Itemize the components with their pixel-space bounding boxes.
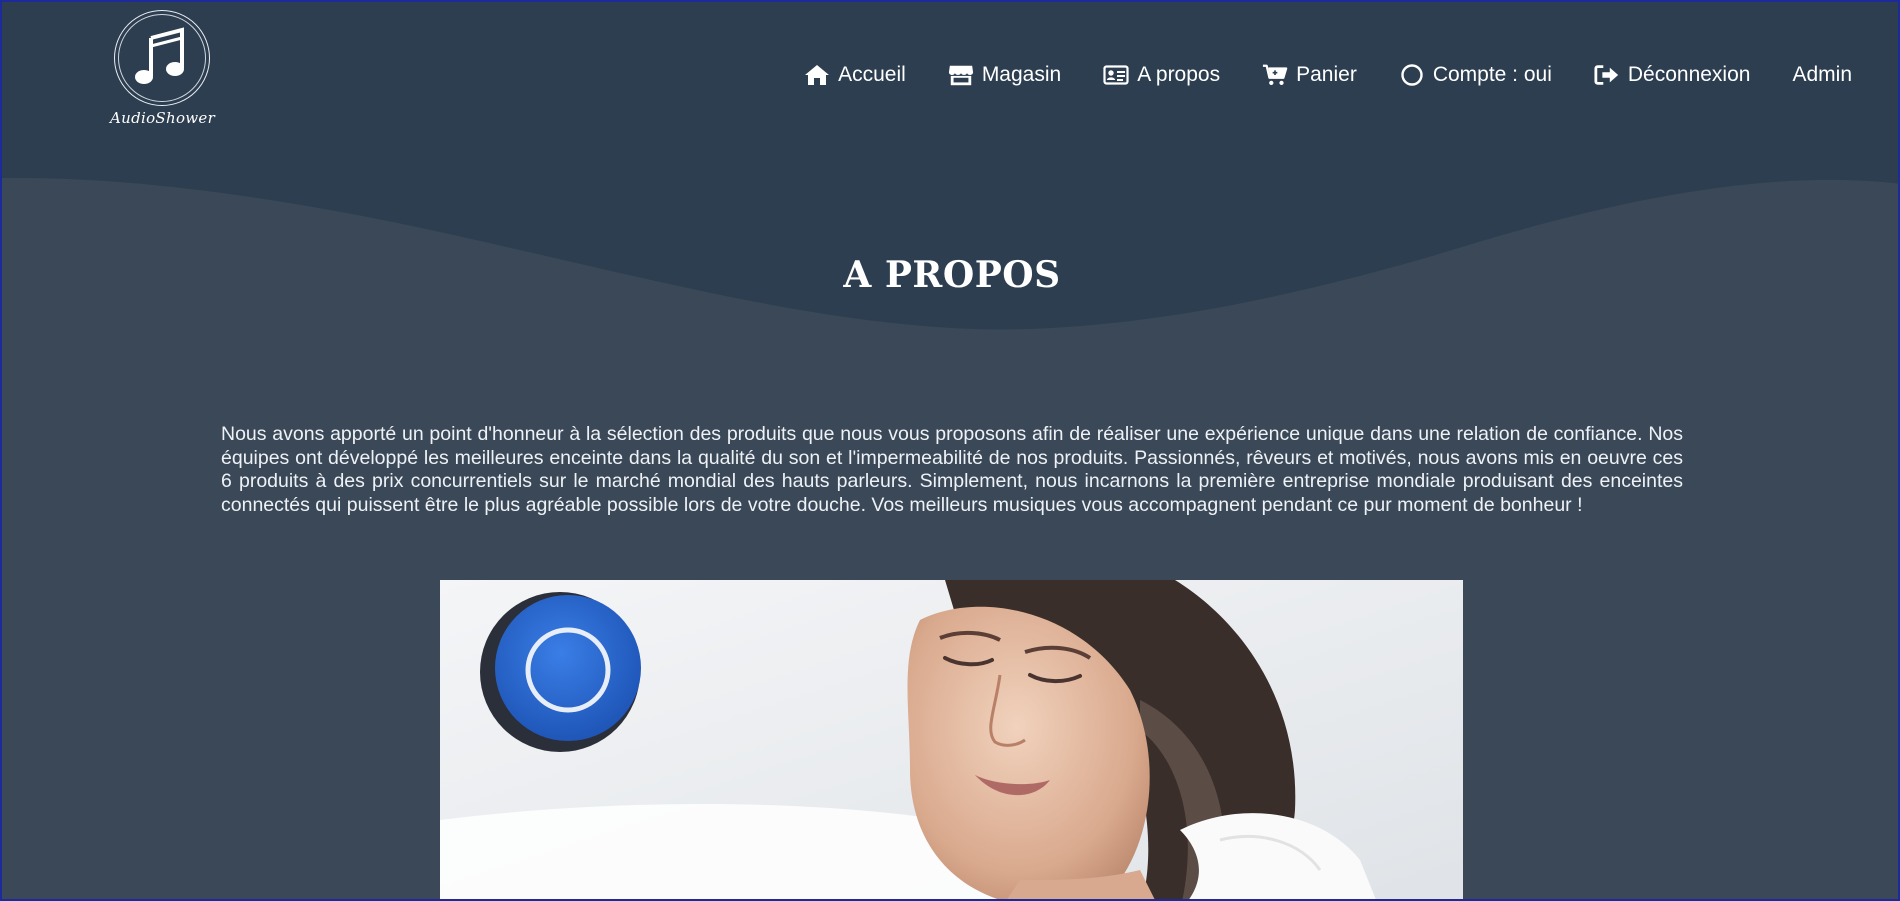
sign-out-icon bbox=[1594, 62, 1620, 88]
nav-item-admin[interactable]: Admin bbox=[1792, 63, 1852, 87]
site-header: AudioShower Accueil Magasin A propos Pan… bbox=[2, 2, 1898, 152]
nav-label: Accueil bbox=[838, 63, 906, 86]
nav-item-deconnexion[interactable]: Déconnexion bbox=[1594, 62, 1751, 88]
nav-label: Admin bbox=[1792, 63, 1852, 86]
nav-label: Magasin bbox=[981, 63, 1062, 86]
main-nav: Accueil Magasin A propos Panier Compte:… bbox=[804, 58, 1852, 92]
hero-image bbox=[440, 580, 1463, 899]
page: AudioShower Accueil Magasin A propos Pan… bbox=[0, 0, 1900, 901]
nav-label: A propos bbox=[1137, 63, 1221, 86]
cart-icon bbox=[1262, 62, 1288, 88]
home-icon bbox=[804, 62, 830, 88]
id-card-icon bbox=[1103, 62, 1129, 88]
nav-item-panier[interactable]: Panier bbox=[1262, 62, 1357, 88]
nav-label: Déconnexion bbox=[1627, 63, 1751, 86]
music-note-icon bbox=[135, 27, 184, 84]
nav-item-a-propos[interactable]: A propos bbox=[1103, 62, 1220, 88]
page-title: A PROPOS bbox=[843, 254, 1061, 296]
nav-item-compte[interactable]: Compte : oui bbox=[1399, 62, 1552, 88]
nav-label: Compte : oui bbox=[1432, 63, 1552, 86]
brand-logo[interactable]: AudioShower bbox=[110, 8, 216, 132]
brand-name: AudioShower bbox=[110, 109, 216, 127]
circle-icon bbox=[1399, 62, 1425, 88]
store-icon bbox=[948, 62, 974, 88]
nav-label: Panier bbox=[1296, 63, 1357, 86]
about-paragraph: Nous avons apporté un point d'honneur à … bbox=[221, 423, 1683, 516]
nav-item-magasin[interactable]: Magasin bbox=[948, 62, 1061, 88]
nav-item-accueil[interactable]: Accueil bbox=[804, 62, 906, 88]
